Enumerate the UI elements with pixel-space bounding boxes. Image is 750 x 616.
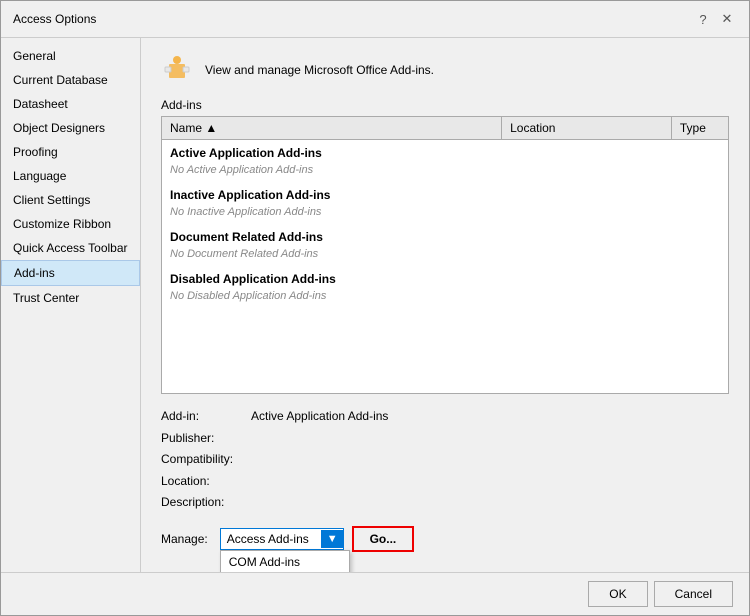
manage-select-container: Access Add-ins ▼ xyxy=(220,528,344,550)
sidebar-item-language[interactable]: Language xyxy=(1,164,140,188)
table-row: No Document Related Add-ins xyxy=(162,246,728,266)
table-row: No Active Application Add-ins xyxy=(162,162,728,182)
sidebar-item-add-ins[interactable]: Add-ins xyxy=(1,260,140,286)
addins-table: Name ▲ Location Type Active Application … xyxy=(162,117,728,308)
publisher-label: Publisher: xyxy=(161,428,251,450)
detail-area: Add-in: Active Application Add-ins Publi… xyxy=(161,406,729,514)
sidebar-item-quick-access-toolbar[interactable]: Quick Access Toolbar xyxy=(1,236,140,260)
description-label: Description: xyxy=(161,492,251,514)
addins-section-label: Add-ins xyxy=(161,98,729,112)
sidebar-item-object-designers[interactable]: Object Designers xyxy=(1,116,140,140)
sidebar-item-customize-ribbon[interactable]: Customize Ribbon xyxy=(1,212,140,236)
table-header-row: Name ▲ Location Type xyxy=(162,117,728,140)
sidebar: General Current Database Datasheet Objec… xyxy=(1,38,141,572)
section-document-header: Document Related Add-ins xyxy=(162,224,728,246)
sidebar-item-current-database[interactable]: Current Database xyxy=(1,68,140,92)
section-disabled-header: Disabled Application Add-ins xyxy=(162,266,728,288)
table-row: No Disabled Application Add-ins xyxy=(162,288,728,308)
section-inactive-header: Inactive Application Add-ins xyxy=(162,182,728,204)
section-active-header: Active Application Add-ins xyxy=(162,140,728,163)
go-button[interactable]: Go... xyxy=(352,526,415,552)
section-active-empty: No Active Application Add-ins xyxy=(162,162,728,182)
table-row: Active Application Add-ins xyxy=(162,140,728,163)
detail-description-row: Description: xyxy=(161,492,729,514)
section-document-empty: No Document Related Add-ins xyxy=(162,246,728,266)
compatibility-label: Compatibility: xyxy=(161,449,251,471)
manage-dropdown-menu: COM Add-ins Access Add-ins Disabled Item… xyxy=(220,550,350,572)
table-row: Inactive Application Add-ins xyxy=(162,182,728,204)
col-location-header[interactable]: Location xyxy=(502,117,672,140)
access-options-dialog: Access Options ? ✕ General Current Datab… xyxy=(0,0,750,616)
manage-select-value[interactable]: Access Add-ins xyxy=(221,529,321,549)
header-description: View and manage Microsoft Office Add-ins… xyxy=(205,63,434,77)
dialog-footer: OK Cancel xyxy=(1,572,749,615)
dialog-body: General Current Database Datasheet Objec… xyxy=(1,38,749,572)
manage-dropdown-arrow[interactable]: ▼ xyxy=(321,530,343,548)
location-label: Location: xyxy=(161,471,251,493)
col-type-header[interactable]: Type xyxy=(671,117,728,140)
sidebar-item-trust-center[interactable]: Trust Center xyxy=(1,286,140,310)
sidebar-item-general[interactable]: General xyxy=(1,44,140,68)
sidebar-item-proofing[interactable]: Proofing xyxy=(1,140,140,164)
addins-icon xyxy=(161,54,193,86)
table-row: Disabled Application Add-ins xyxy=(162,266,728,288)
addins-icon-svg xyxy=(161,54,193,86)
title-bar-controls: ? ✕ xyxy=(693,9,737,29)
close-button[interactable]: ✕ xyxy=(717,9,737,29)
detail-publisher-row: Publisher: xyxy=(161,428,729,450)
dialog-title: Access Options xyxy=(13,12,96,26)
detail-compatibility-row: Compatibility: xyxy=(161,449,729,471)
addon-value: Active Application Add-ins xyxy=(251,406,388,428)
sidebar-item-datasheet[interactable]: Datasheet xyxy=(1,92,140,116)
sidebar-item-client-settings[interactable]: Client Settings xyxy=(1,188,140,212)
cancel-button[interactable]: Cancel xyxy=(654,581,733,607)
detail-location-row: Location: xyxy=(161,471,729,493)
manage-dropdown-wrapper: Access Add-ins ▼ COM Add-ins Access Add-… xyxy=(220,528,344,550)
col-name-header[interactable]: Name ▲ xyxy=(162,117,502,140)
main-panel: View and manage Microsoft Office Add-ins… xyxy=(141,38,749,572)
section-disabled-empty: No Disabled Application Add-ins xyxy=(162,288,728,308)
dropdown-item-com-add-ins[interactable]: COM Add-ins xyxy=(221,551,349,572)
table-row: Document Related Add-ins xyxy=(162,224,728,246)
main-header: View and manage Microsoft Office Add-ins… xyxy=(161,54,729,86)
title-bar: Access Options ? ✕ xyxy=(1,1,749,38)
detail-addon-row: Add-in: Active Application Add-ins xyxy=(161,406,729,428)
section-inactive-empty: No Inactive Application Add-ins xyxy=(162,204,728,224)
table-row: No Inactive Application Add-ins xyxy=(162,204,728,224)
manage-label: Manage: xyxy=(161,532,208,546)
manage-bar: Manage: Access Add-ins ▼ COM Add-ins Acc… xyxy=(161,526,729,552)
help-button[interactable]: ? xyxy=(693,9,713,29)
addins-tbody: Active Application Add-ins No Active App… xyxy=(162,140,728,309)
ok-button[interactable]: OK xyxy=(588,581,647,607)
addon-label: Add-in: xyxy=(161,406,251,428)
addins-table-container[interactable]: Name ▲ Location Type Active Application … xyxy=(161,116,729,394)
